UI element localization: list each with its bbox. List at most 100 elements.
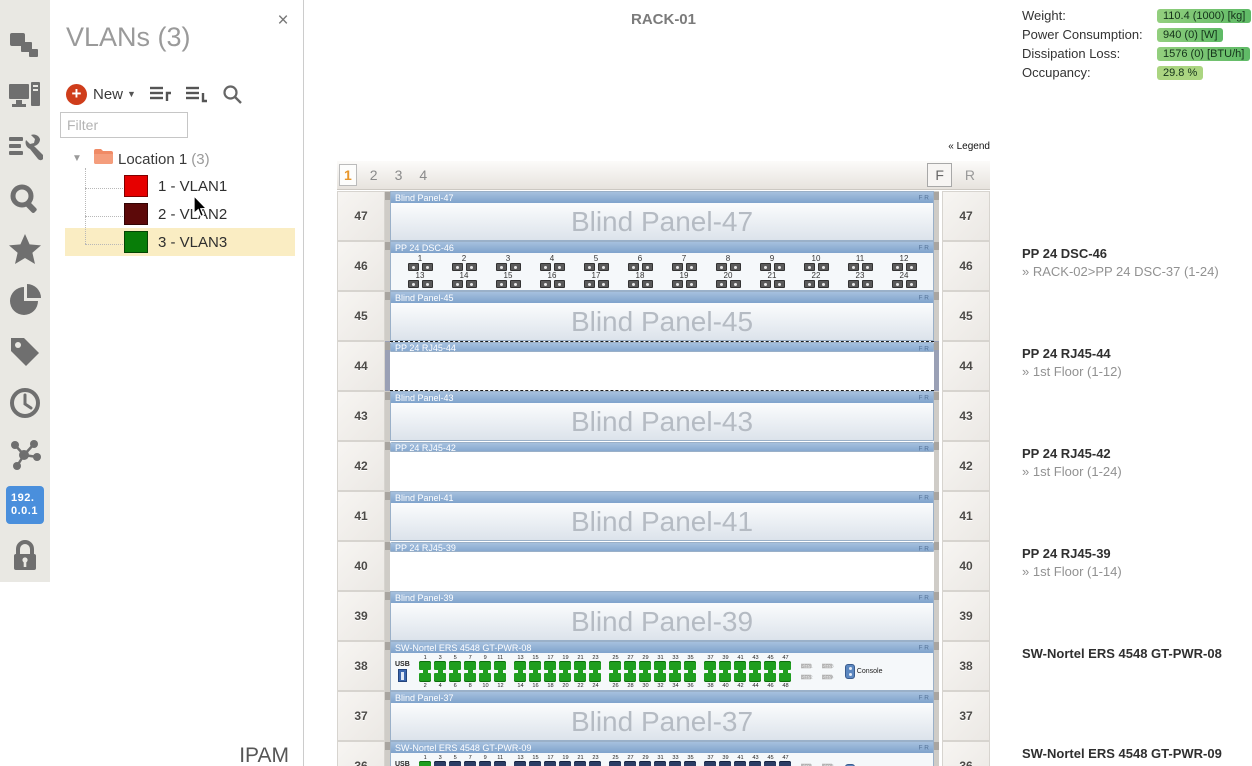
switch-port-col-21[interactable]: 4142 [734, 654, 747, 689]
sfp-cage-sfp1[interactable]: SFP1 [801, 664, 811, 668]
switch-port-col-4[interactable]: 78 [464, 654, 477, 689]
filter-input[interactable] [60, 112, 188, 138]
switch-port-col-23[interactable]: 4546 [764, 754, 777, 766]
fiber-pair-3[interactable]: 3 [493, 254, 523, 271]
switch-port-col-3[interactable]: 56 [449, 654, 462, 689]
switch-port-col-15[interactable]: 2930 [639, 754, 652, 766]
switch-port-col-9[interactable]: 1718 [544, 654, 557, 689]
fiber-pair-6[interactable]: 6 [625, 254, 655, 271]
fiber-pair-15[interactable]: 15 [493, 271, 523, 288]
device-panel-sw-nortel-ers-4548-gt-pwr-08[interactable]: SW-Nortel ERS 4548 GT-PWR-08F RUSB123456… [390, 641, 934, 691]
fiber-pair-10[interactable]: 10 [801, 254, 831, 271]
rack-tab-1[interactable]: 1 [339, 164, 357, 186]
device-panel-blind-panel-43[interactable]: Blind Panel-43F RBlind Panel-43 [390, 391, 934, 441]
switch-port-col-12[interactable]: 2324 [589, 654, 602, 689]
switch-port-col-1[interactable]: 12 [419, 754, 432, 766]
reports-icon[interactable] [0, 275, 50, 326]
switch-port-col-3[interactable]: 56 [449, 754, 462, 766]
fiber-pair-18[interactable]: 18 [625, 271, 655, 288]
switch-port-col-4[interactable]: 78 [464, 754, 477, 766]
console-port-icon[interactable] [845, 664, 855, 679]
switch-port-col-18[interactable]: 3536 [684, 654, 697, 689]
switch-port-col-21[interactable]: 4142 [734, 754, 747, 766]
view-button-r[interactable]: R [958, 164, 982, 186]
security-icon[interactable] [0, 530, 50, 581]
switch-port-col-13[interactable]: 2526 [609, 754, 622, 766]
switch-port-col-17[interactable]: 3334 [669, 754, 682, 766]
switch-port-col-20[interactable]: 3940 [719, 654, 732, 689]
switch-port-col-19[interactable]: 3738 [704, 654, 717, 689]
fiber-pair-2[interactable]: 2 [449, 254, 479, 271]
device-panel-blind-panel-37[interactable]: Blind Panel-37F RBlind Panel-37 [390, 691, 934, 741]
search-icon[interactable] [222, 84, 242, 104]
tree-node-location-1[interactable]: ▼ Location 1 (3) [50, 146, 303, 172]
device-panel-blind-panel-39[interactable]: Blind Panel-39F RBlind Panel-39 [390, 591, 934, 641]
expand-all-icon[interactable] [150, 85, 172, 103]
vlan-item-2[interactable]: 2 - VLAN2 [50, 200, 303, 228]
switch-port-col-8[interactable]: 1516 [529, 754, 542, 766]
vlan-item-1[interactable]: 1 - VLAN1 [50, 172, 303, 200]
search-nav-icon[interactable] [0, 173, 50, 224]
sfp-cage-sfp4[interactable]: SFP4 [822, 675, 832, 679]
switch-port-col-24[interactable]: 4748 [779, 754, 792, 766]
legend-link[interactable]: « Legend [337, 141, 990, 152]
device-panel-blind-panel-47[interactable]: Blind Panel-47F RBlind Panel-47 [390, 191, 934, 241]
switch-port-col-10[interactable]: 1920 [559, 654, 572, 689]
close-icon[interactable]: × [272, 10, 294, 32]
new-vlan-button[interactable]: + New ▼ [66, 84, 136, 105]
switch-port-col-17[interactable]: 3334 [669, 654, 682, 689]
rack-tab-2[interactable]: 2 [366, 165, 382, 185]
connections-icon[interactable] [0, 428, 50, 479]
switch-port-col-7[interactable]: 1314 [514, 654, 527, 689]
collapse-all-icon[interactable] [186, 85, 208, 103]
fiber-pair-11[interactable]: 11 [845, 254, 875, 271]
fiber-pair-21[interactable]: 21 [757, 271, 787, 288]
ipam-icon[interactable]: 192. 0.0.1 [0, 479, 50, 530]
device-panel-pp-24-rj45-39[interactable]: PP 24 RJ45-39F R123456789101112131415161… [390, 542, 934, 552]
rack-tab-4[interactable]: 4 [415, 165, 431, 185]
switch-port-col-15[interactable]: 2930 [639, 654, 652, 689]
history-icon[interactable] [0, 377, 50, 428]
usb-port-icon[interactable] [398, 669, 407, 682]
device-panel-blind-panel-45[interactable]: Blind Panel-45F RBlind Panel-45 [390, 291, 934, 341]
device-panel-pp-24-rj45-42[interactable]: PP 24 RJ45-42F R123456789101112131415161… [390, 442, 934, 452]
switch-port-col-2[interactable]: 34 [434, 754, 447, 766]
fiber-pair-1[interactable]: 1 [405, 254, 435, 271]
device-panel-blind-panel-41[interactable]: Blind Panel-41F RBlind Panel-41 [390, 491, 934, 541]
switch-port-col-20[interactable]: 3940 [719, 754, 732, 766]
expander-triangle-icon[interactable]: ▼ [72, 154, 82, 164]
fiber-pair-9[interactable]: 9 [757, 254, 787, 271]
switch-port-col-10[interactable]: 1920 [559, 754, 572, 766]
switch-port-col-1[interactable]: 12 [419, 654, 432, 689]
switch-port-col-22[interactable]: 4344 [749, 754, 762, 766]
fiber-pair-12[interactable]: 12 [889, 254, 919, 271]
tags-icon[interactable] [0, 326, 50, 377]
fiber-pair-7[interactable]: 7 [669, 254, 699, 271]
switch-port-col-8[interactable]: 1516 [529, 654, 542, 689]
device-panel-sw-nortel-ers-4548-gt-pwr-09[interactable]: SW-Nortel ERS 4548 GT-PWR-09F RUSB123456… [390, 741, 934, 766]
switch-port-col-11[interactable]: 2122 [574, 754, 587, 766]
device-panel-pp-24-dsc-46[interactable]: PP 24 DSC-46F R1234567891011121314151617… [390, 241, 934, 291]
switch-port-col-5[interactable]: 910 [479, 654, 492, 689]
switch-port-col-16[interactable]: 3132 [654, 654, 667, 689]
sfp-cage-sfp2[interactable]: SFP2 [801, 675, 811, 679]
sfp-cage-sfp3[interactable]: SFP3 [822, 664, 832, 668]
favorites-icon[interactable] [0, 224, 50, 275]
rack-tab-3[interactable]: 3 [391, 165, 407, 185]
fiber-pair-24[interactable]: 24 [889, 271, 919, 288]
fiber-pair-14[interactable]: 14 [449, 271, 479, 288]
fiber-pair-20[interactable]: 20 [713, 271, 743, 288]
switch-port-col-24[interactable]: 4748 [779, 654, 792, 689]
configuration-icon[interactable] [0, 122, 50, 173]
switch-port-col-11[interactable]: 2122 [574, 654, 587, 689]
switch-port-col-23[interactable]: 4546 [764, 654, 777, 689]
switch-port-col-6[interactable]: 1112 [494, 654, 507, 689]
fiber-pair-4[interactable]: 4 [537, 254, 567, 271]
switch-port-col-16[interactable]: 3132 [654, 754, 667, 766]
fiber-pair-16[interactable]: 16 [537, 271, 567, 288]
fiber-pair-13[interactable]: 13 [405, 271, 435, 288]
vlan-item-3[interactable]: 3 - VLAN3 [65, 228, 295, 256]
topology-icon[interactable] [0, 20, 50, 71]
switch-port-col-12[interactable]: 2324 [589, 754, 602, 766]
fiber-pair-22[interactable]: 22 [801, 271, 831, 288]
